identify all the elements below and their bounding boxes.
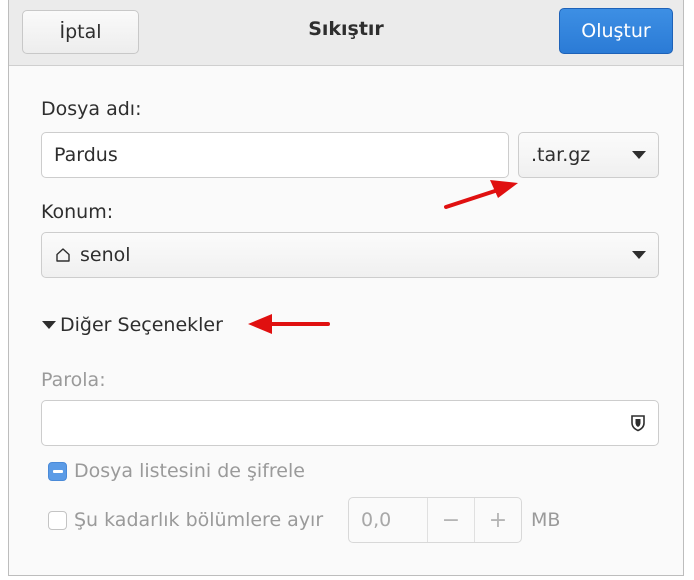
annotation-arrows [248,180,518,334]
arrow-annotation-other-options [248,314,330,334]
arrow-annotation-extension [444,180,518,209]
